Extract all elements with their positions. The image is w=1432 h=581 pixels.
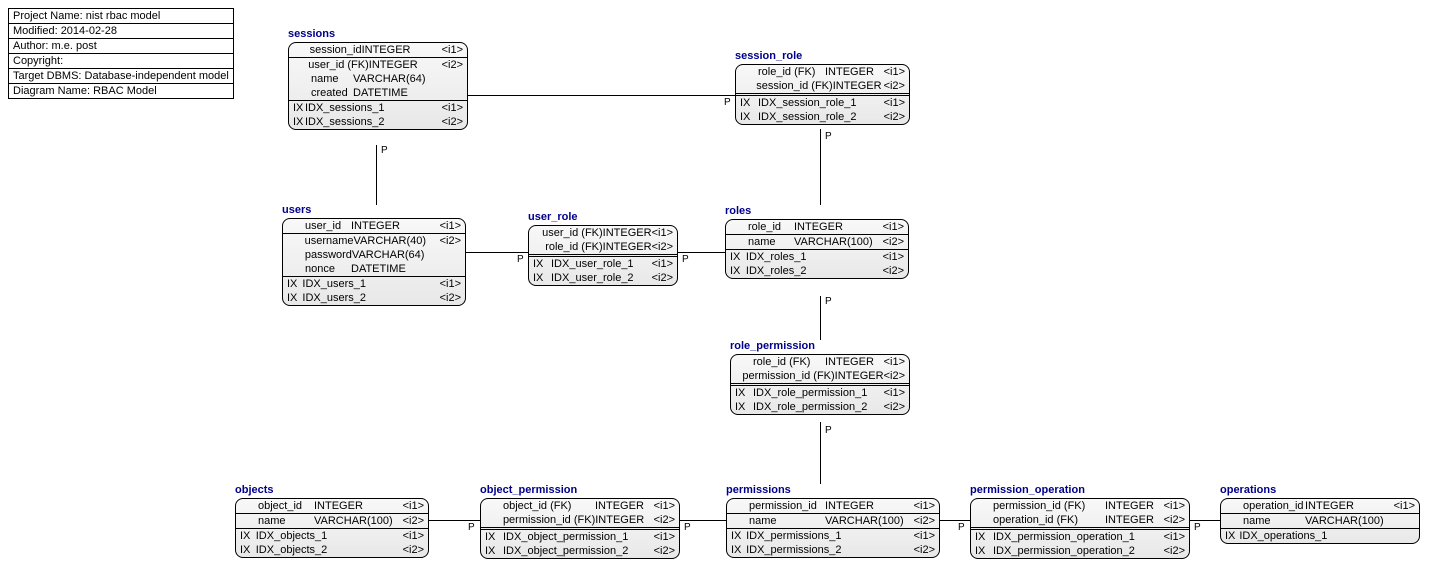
metadata-box: Project Name: nist rbac model Modified: … <box>8 8 234 99</box>
meta-copyright: Copyright: <box>9 54 233 69</box>
entity-roles: roles role_idINTEGER<i1> nameVARCHAR(100… <box>725 205 909 279</box>
conn-sessions-sessionrole <box>468 95 735 96</box>
conn-operations-permissionoperation <box>1190 520 1220 521</box>
entity-session-role: session_role role_id (FK)INTEGER<i1> ses… <box>735 50 910 125</box>
meta-target: Target DBMS: Database-independent model <box>9 69 233 84</box>
entity-title: roles <box>725 205 909 217</box>
entity-objects: objects object_idINTEGER<i1> nameVARCHAR… <box>235 484 429 558</box>
meta-modified: Modified: 2014-02-28 <box>9 24 233 39</box>
entity-role-permission: role_permission role_id (FK)INTEGER<i1> … <box>730 340 910 415</box>
entity-title: user_role <box>528 211 678 223</box>
entity-title: permissions <box>726 484 940 496</box>
conn-objects-objectpermission <box>429 520 480 521</box>
conn-roles-sessionrole <box>820 129 821 205</box>
conn-permissions-permissionoperation <box>940 520 970 521</box>
entity-permissions: permissions permission_idINTEGER<i1> nam… <box>726 484 940 558</box>
marker-p: P <box>825 425 832 436</box>
conn-roles-userrole <box>678 252 725 253</box>
marker-p: P <box>724 97 731 108</box>
marker-p: P <box>468 522 475 533</box>
meta-author: Author: m.e. post <box>9 39 233 54</box>
entity-title: users <box>282 204 466 216</box>
marker-p: P <box>682 254 689 265</box>
conn-permissions-objectpermission <box>680 520 726 521</box>
entity-title: permission_operation <box>970 484 1190 496</box>
entity-users: users user_idINTEGER<i1> usernameVARCHAR… <box>282 204 466 306</box>
entity-title: objects <box>235 484 429 496</box>
marker-p: P <box>381 145 388 156</box>
entity-operations: operations operation_idINTEGER<i1> nameV… <box>1220 484 1420 544</box>
meta-project: Project Name: nist rbac model <box>9 9 233 24</box>
marker-p: P <box>825 131 832 142</box>
conn-roles-rolepermission <box>820 296 821 340</box>
conn-users-userrole <box>466 252 528 253</box>
entity-title: operations <box>1220 484 1420 496</box>
entity-user-role: user_role user_id (FK)INTEGER<i1> role_i… <box>528 211 678 286</box>
marker-p: P <box>1194 522 1201 533</box>
entity-title: role_permission <box>730 340 910 352</box>
marker-p: P <box>517 254 524 265</box>
marker-p: P <box>684 522 691 533</box>
entity-permission-operation: permission_operation permission_id (FK)I… <box>970 484 1190 559</box>
conn-permissions-rolepermission <box>820 422 821 484</box>
entity-object-permission: object_permission object_id (FK)INTEGER<… <box>480 484 680 559</box>
conn-users-sessions <box>376 145 377 205</box>
entity-title: object_permission <box>480 484 680 496</box>
marker-p: P <box>825 296 832 307</box>
marker-p: P <box>958 522 965 533</box>
entity-sessions: sessions session_idINTEGER<i1> user_id (… <box>288 28 468 130</box>
entity-title: session_role <box>735 50 910 62</box>
entity-title: sessions <box>288 28 468 40</box>
meta-diagram: Diagram Name: RBAC Model <box>9 84 233 98</box>
